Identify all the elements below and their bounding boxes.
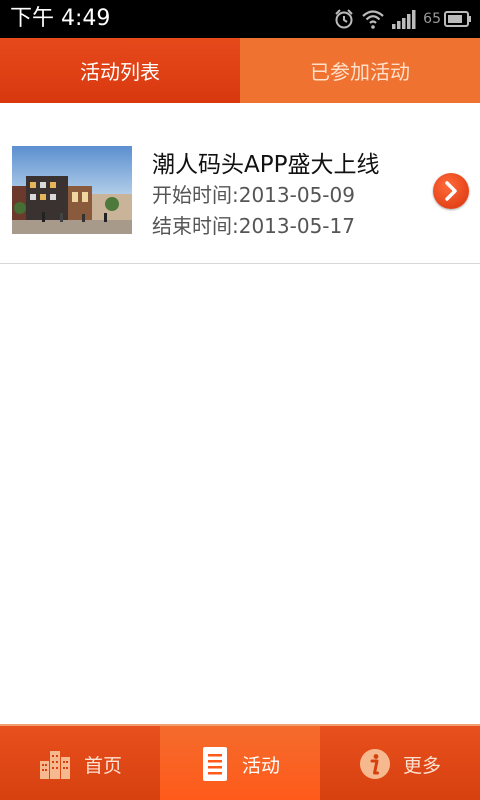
nav-activity-label: 活动 — [241, 754, 280, 777]
activity-end-time: 结束时间:2013-05-17 — [152, 214, 355, 238]
signal-icon — [391, 9, 417, 29]
tab-activity-list[interactable]: 活动列表 — [0, 38, 240, 103]
nav-more[interactable]: 更多 — [320, 726, 480, 800]
activity-start-time: 开始时间:2013-05-09 — [152, 183, 355, 207]
wifi-icon — [361, 8, 385, 30]
chevron-right-icon[interactable] — [433, 173, 469, 209]
list-item[interactable]: 潮人码头APP盛大上线 开始时间:2013-05-09 结束时间:2013-05… — [0, 103, 480, 264]
bottom-navigation: 首页 活动 更多 — [0, 724, 480, 800]
battery-level: 65 — [423, 11, 441, 27]
status-icons: 65 — [333, 5, 472, 33]
activity-thumbnail — [12, 146, 132, 234]
nav-home-label: 首页 — [83, 754, 122, 777]
status-bar: 下午 4:49 65 — [0, 0, 480, 38]
nav-activity[interactable]: 活动 — [160, 726, 320, 800]
info-icon — [359, 748, 391, 780]
battery-icon — [444, 10, 472, 28]
alarm-icon — [333, 8, 355, 30]
activity-list: 潮人码头APP盛大上线 开始时间:2013-05-09 结束时间:2013-05… — [0, 103, 480, 264]
buildings-icon — [38, 747, 72, 781]
top-tabs: 活动列表 已参加活动 — [0, 38, 480, 103]
nav-home[interactable]: 首页 — [0, 726, 160, 800]
battery-indicator: 65 — [423, 10, 472, 28]
activity-title: 潮人码头APP盛大上线 — [152, 152, 380, 178]
status-time: 下午 4:49 — [10, 6, 111, 31]
nav-more-label: 更多 — [402, 754, 441, 777]
tab-joined-activities[interactable]: 已参加活动 — [240, 38, 480, 103]
document-icon — [200, 745, 230, 783]
